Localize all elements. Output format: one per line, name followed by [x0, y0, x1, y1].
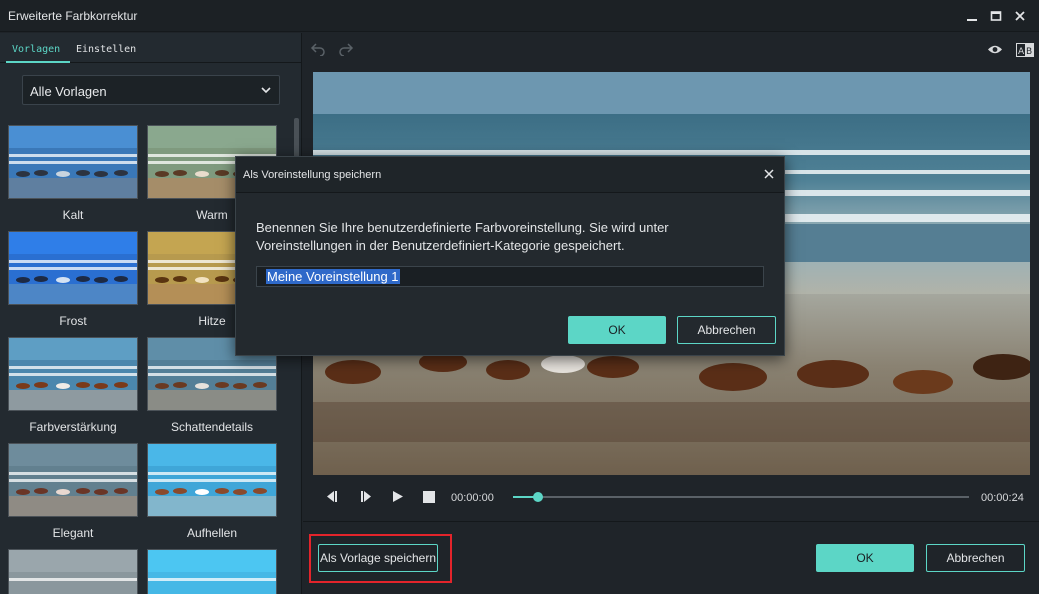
dialog-message: Benennen Sie Ihre benutzerdefinierte Far…: [256, 220, 669, 253]
preset-thumbnail: [8, 443, 138, 517]
tab-vorlagen[interactable]: Vorlagen: [12, 44, 60, 55]
preset-thumbnail: [147, 443, 277, 517]
save-preset-dialog: Als Voreinstellung speichern Benennen Si…: [235, 156, 785, 356]
svg-text:B: B: [1026, 47, 1032, 57]
preset-label: Aufhellen: [186, 526, 238, 540]
preset-thumbnail: [8, 231, 138, 305]
preset-thumbnail: [8, 549, 138, 594]
playback-controls: 00:00:00 00:00:24: [303, 481, 1039, 513]
undo-icon[interactable]: [310, 42, 326, 56]
next-frame-icon[interactable]: [359, 490, 373, 503]
preset-elegant[interactable]: Elegant: [8, 443, 138, 540]
eye-icon[interactable]: [987, 44, 1003, 55]
close-icon[interactable]: [764, 169, 774, 179]
total-time: 00:00:24: [981, 492, 1024, 504]
preset-label: Schattendetails: [170, 420, 254, 434]
svg-text:A: A: [1018, 47, 1025, 57]
preset-thumbnail: [147, 549, 277, 594]
play-icon[interactable]: [391, 490, 404, 503]
dialog-header: Als Voreinstellung speichern: [236, 157, 784, 193]
current-time: 00:00:00: [451, 492, 494, 504]
chevron-down-icon: [261, 87, 271, 94]
dialog-cancel-button[interactable]: Abbrechen: [677, 316, 776, 344]
dialog-title: Als Voreinstellung speichern: [243, 169, 382, 181]
redo-icon[interactable]: [338, 42, 354, 56]
stop-icon[interactable]: [423, 490, 435, 503]
preset-category-dropdown[interactable]: Alle Vorlagen: [22, 75, 280, 105]
preset-kalt[interactable]: Kalt: [8, 125, 138, 222]
preset-label: Frost: [59, 314, 87, 328]
preset-thumbnail-partial[interactable]: [147, 549, 277, 594]
dialog-ok-button[interactable]: OK: [568, 316, 666, 344]
preset-frost[interactable]: Frost: [8, 231, 138, 328]
compare-ab-icon[interactable]: AB: [1016, 43, 1034, 57]
preset-name-value: Meine Voreinstellung 1: [266, 269, 400, 284]
preset-thumbnail: [8, 337, 138, 411]
minimize-icon: [967, 19, 977, 21]
active-tab-indicator: [6, 61, 70, 63]
preset-name-input[interactable]: Meine Voreinstellung 1: [256, 266, 764, 287]
panel-tabs: Vorlagen Einstellen: [0, 33, 302, 63]
close-window-button[interactable]: [1009, 6, 1031, 26]
seek-handle[interactable]: [533, 492, 543, 502]
preset-thumbnail-partial[interactable]: [8, 549, 138, 594]
maximize-button[interactable]: [985, 6, 1007, 26]
tab-einstellen[interactable]: Einstellen: [76, 44, 136, 55]
seek-bar[interactable]: [513, 492, 969, 502]
preset-farbverstaerkung[interactable]: Farbverstärkung: [8, 337, 138, 434]
title-bar: Erweiterte Farbkorrektur: [0, 0, 1039, 32]
cancel-button[interactable]: Abbrechen: [926, 544, 1025, 572]
preset-label: Kalt: [62, 208, 84, 222]
previous-frame-icon[interactable]: [325, 490, 339, 503]
preset-aufhellen[interactable]: Aufhellen: [147, 443, 277, 540]
window-title: Erweiterte Farbkorrektur: [8, 9, 138, 23]
close-icon: [1015, 11, 1025, 21]
footer-divider: [303, 521, 1039, 522]
dropdown-value: Alle Vorlagen: [30, 84, 107, 99]
preset-label: Elegant: [52, 526, 94, 540]
ok-button[interactable]: OK: [816, 544, 914, 572]
minimize-button[interactable]: [961, 6, 983, 26]
maximize-icon: [990, 11, 1002, 21]
preset-label: Farbverstärkung: [29, 420, 117, 434]
preset-thumbnail: [8, 125, 138, 199]
save-as-template-button[interactable]: Als Vorlage speichern: [318, 544, 438, 572]
